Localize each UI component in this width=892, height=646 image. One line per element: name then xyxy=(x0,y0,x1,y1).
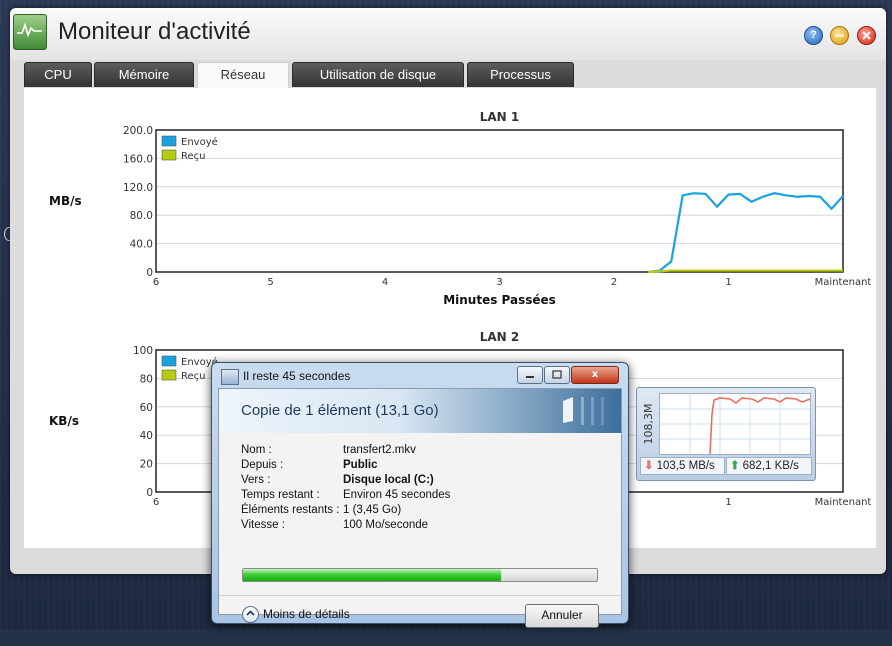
x-tick-label: Maintenant xyxy=(815,277,872,288)
copy-dialog-title: Il reste 45 secondes xyxy=(243,369,351,383)
copy-dialog-icon xyxy=(221,369,239,385)
copy-progress-dialog: Il reste 45 secondes x Copie de 1 élémen… xyxy=(211,362,629,628)
detail-value: 1 (3,45 Go) xyxy=(343,504,402,516)
tab-disk-usage[interactable]: Utilisation de disque xyxy=(292,62,464,87)
legend-label: Reçu xyxy=(181,151,206,162)
copy-animation-icon xyxy=(563,397,604,425)
speed-graph xyxy=(659,393,811,455)
chevron-up-icon[interactable] xyxy=(242,606,259,623)
tab-network[interactable]: Réseau xyxy=(197,62,289,89)
series-line xyxy=(648,192,844,274)
x-tick-label: 3 xyxy=(496,277,502,288)
activity-monitor-logo-icon xyxy=(13,14,47,50)
legend-swatch xyxy=(161,355,177,367)
dialog-minimize-button[interactable] xyxy=(517,366,543,384)
window-title: Moniteur d'activité xyxy=(58,18,251,45)
y-tick-label: 40.0 xyxy=(130,239,153,251)
x-tick-label: 5 xyxy=(267,277,273,288)
title-bar: Moniteur d'activité ? xyxy=(10,8,886,60)
download-speed: ⬇ 103,5 MB/s xyxy=(640,457,725,475)
dialog-maximize-button[interactable] xyxy=(544,366,570,384)
help-icon[interactable]: ? xyxy=(804,26,823,45)
arrow-up-icon: ⬆ xyxy=(730,460,740,472)
legend-swatch xyxy=(161,149,177,161)
x-tick-label: 6 xyxy=(153,497,159,508)
detail-label: Nom : xyxy=(241,444,272,456)
copy-dialog-header: Copie de 1 élément (13,1 Go) xyxy=(219,389,621,433)
cancel-button[interactable]: Annuler xyxy=(525,604,599,628)
detail-label: Éléments restants : xyxy=(241,504,340,516)
speed-peak-label: 108,3M xyxy=(642,404,655,445)
plot-frame xyxy=(155,129,844,273)
y-tick-label: 40 xyxy=(140,430,153,442)
close-icon[interactable] xyxy=(857,26,876,45)
x-tick-label: 1 xyxy=(725,277,731,288)
copy-progress-bar xyxy=(242,568,598,582)
detail-value: Environ 45 secondes xyxy=(343,489,451,501)
less-details-link[interactable]: Moins de détails xyxy=(263,607,350,621)
download-value: 103,5 MB/s xyxy=(656,460,715,472)
x-axis-label: Minutes Passées xyxy=(443,293,556,307)
y-tick-label: 80 xyxy=(140,373,153,385)
y-tick-label: 60 xyxy=(140,402,153,414)
y-tick-label: 160.0 xyxy=(123,153,153,165)
copy-dialog-footer: Moins de détails Annuler xyxy=(219,595,621,646)
detail-value: 100 Mo/seconde xyxy=(343,519,429,531)
y-tick-label: 20 xyxy=(140,459,153,471)
dialog-close-button[interactable]: x xyxy=(571,366,619,384)
y-axis-label: KB/s xyxy=(49,414,79,428)
chart-title: LAN 1 xyxy=(480,110,520,124)
detail-value: transfert2.mkv xyxy=(343,444,416,456)
progress-fill xyxy=(243,569,502,581)
legend-swatch xyxy=(161,135,177,147)
tab-cpu[interactable]: CPU xyxy=(24,62,92,87)
svg-text:108,3M: 108,3M xyxy=(642,404,655,445)
y-tick-label: 200.0 xyxy=(123,125,153,137)
tab-memory[interactable]: Mémoire xyxy=(94,62,194,87)
legend-label: Envoyé xyxy=(181,136,218,148)
x-tick-label: 2 xyxy=(611,277,617,288)
y-tick-label: 80.0 xyxy=(130,210,153,222)
legend-label: Reçu xyxy=(181,371,206,382)
copy-dialog-body: Copie de 1 élément (13,1 Go) Nom : trans… xyxy=(218,388,622,628)
upload-value: 682,1 KB/s xyxy=(742,460,799,472)
x-tick-label: 6 xyxy=(153,277,159,288)
destination-link[interactable]: Disque local (C:) xyxy=(343,474,434,486)
y-tick-label: 100 xyxy=(133,345,153,357)
x-tick-label: 1 xyxy=(725,497,731,508)
minimize-icon[interactable] xyxy=(830,26,849,45)
chart-title: LAN 2 xyxy=(480,330,520,344)
copy-summary: Copie de 1 élément (13,1 Go) xyxy=(241,402,439,419)
y-axis-label: MB/s xyxy=(49,194,82,208)
transfer-speed-widget: 108,3M ⬇ 103,5 MB/s ⬆ 682,1 KB/s xyxy=(636,387,816,481)
x-tick-label: 4 xyxy=(382,277,388,288)
detail-label: Vers : xyxy=(241,474,271,486)
detail-label: Vitesse : xyxy=(241,519,285,531)
y-tick-label: 120.0 xyxy=(123,182,153,194)
detail-label: Temps restant : xyxy=(241,489,320,501)
detail-label: Depuis : xyxy=(241,459,284,471)
source-link[interactable]: Public xyxy=(343,459,378,471)
tab-processes[interactable]: Processus xyxy=(467,62,574,87)
upload-speed: ⬆ 682,1 KB/s xyxy=(726,457,812,475)
x-tick-label: Maintenant xyxy=(815,497,872,508)
arrow-down-icon: ⬇ xyxy=(644,460,654,472)
legend-swatch xyxy=(161,369,177,381)
